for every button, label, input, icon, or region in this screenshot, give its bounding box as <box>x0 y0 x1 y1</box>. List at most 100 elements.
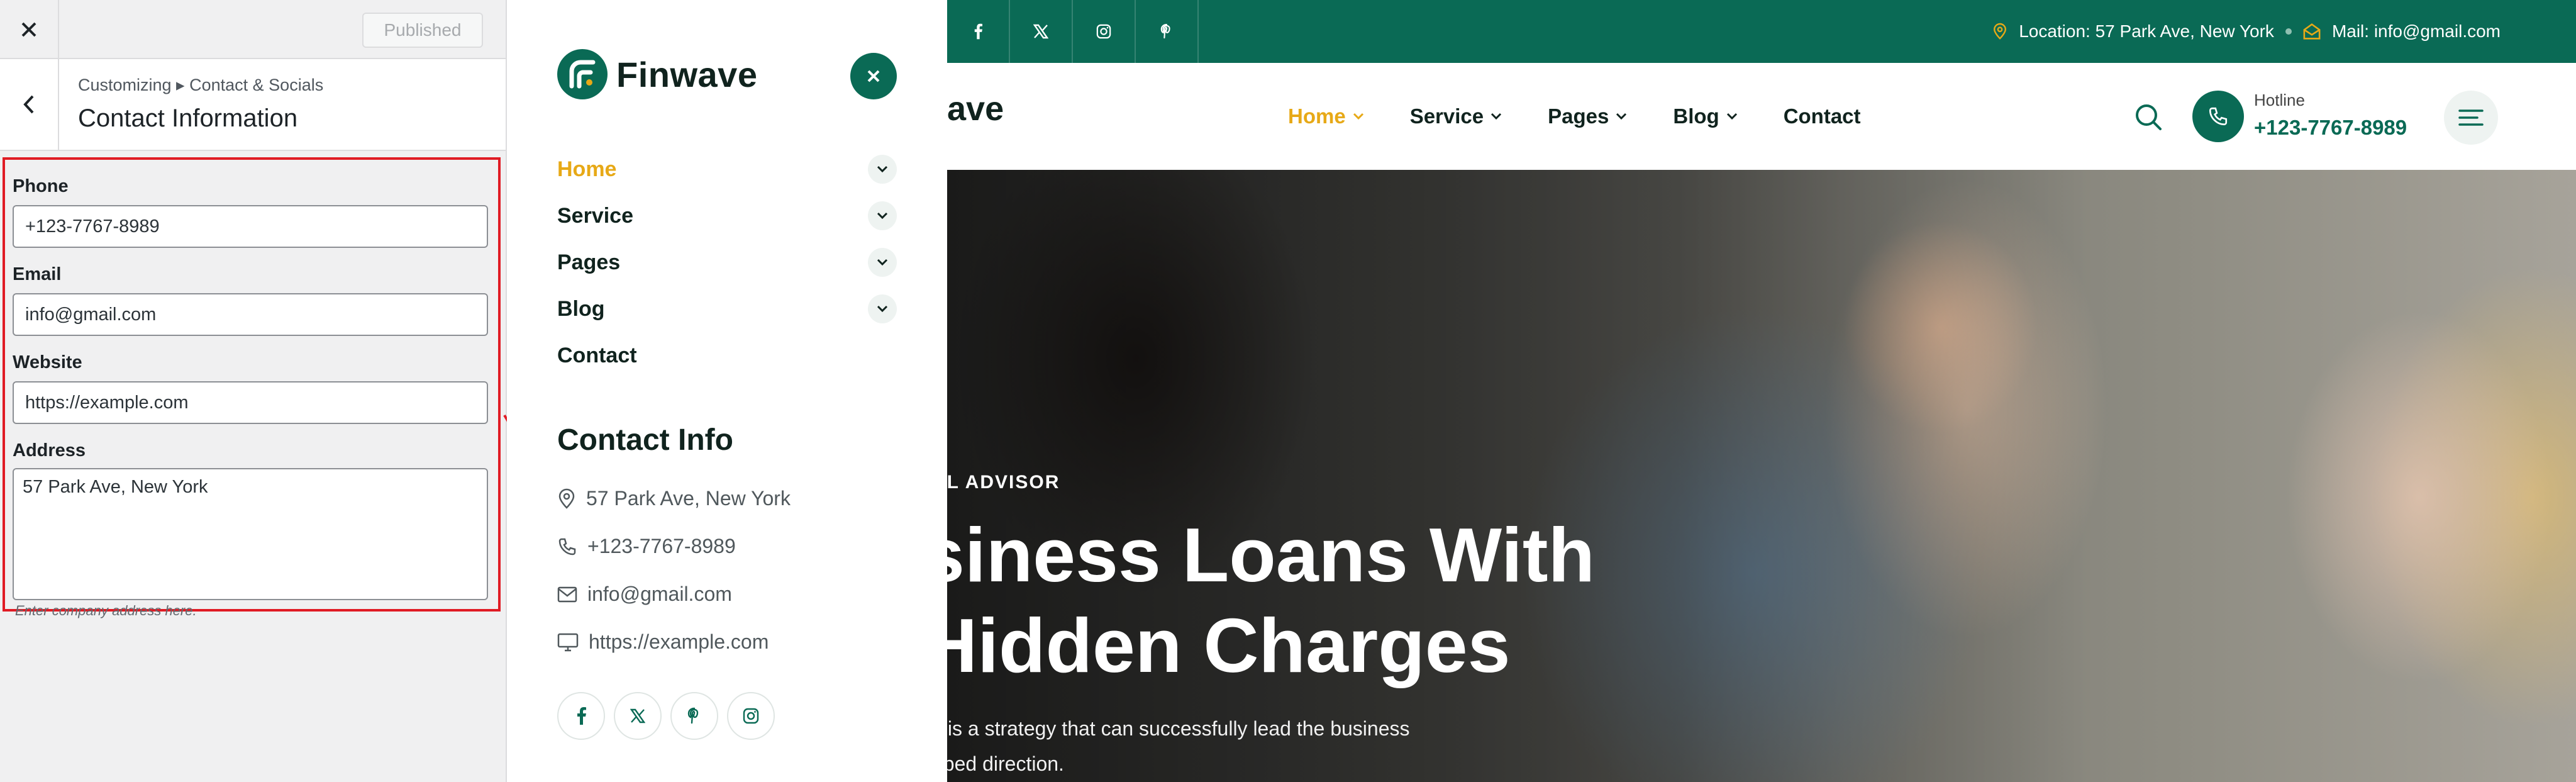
publish-button[interactable]: Published <box>362 13 483 48</box>
hero-tagline: AL ADVISOR <box>947 472 1060 493</box>
search-button[interactable] <box>2129 98 2167 136</box>
hero-text-line2: oped direction. <box>947 752 1064 775</box>
website-label: Website <box>13 352 82 372</box>
nav-label: Contact <box>1783 104 1861 128</box>
monitor-icon <box>557 633 579 651</box>
nav-pages[interactable]: Pages <box>1548 104 1628 128</box>
mail-icon <box>557 586 577 602</box>
offcanvas-nav: Home Service Pages Blog Contact <box>557 146 897 379</box>
nav-label: Pages <box>1548 104 1609 128</box>
facebook-link[interactable] <box>557 692 605 740</box>
contact-email[interactable]: info@gmail.com <box>557 583 732 606</box>
finwave-logo-icon <box>557 49 608 99</box>
offcanvas-item-home[interactable]: Home <box>557 146 897 193</box>
nav-contact[interactable]: Contact <box>1784 104 1861 128</box>
pinterest-icon <box>1160 24 1170 39</box>
offcanvas-item-label: Blog <box>557 296 605 321</box>
site-logo[interactable]: ave <box>947 89 1004 128</box>
email-field[interactable] <box>13 293 488 336</box>
expand-blog-button[interactable] <box>868 294 897 323</box>
offcanvas-item-label: Service <box>557 203 633 228</box>
expand-home-button[interactable] <box>868 155 897 184</box>
contact-info-heading: Contact Info <box>557 423 733 457</box>
expand-service-button[interactable] <box>868 201 897 230</box>
contact-phone[interactable]: +123-7767-8989 <box>557 535 736 558</box>
x-link[interactable] <box>614 692 662 740</box>
breadcrumb: Customizing ▸ Contact & Socials <box>78 75 324 94</box>
hero-heading: siness Loans With Hidden Charges <box>947 510 1595 691</box>
phone-icon <box>2209 107 2228 126</box>
back-button[interactable] <box>0 59 59 150</box>
location-pin-icon <box>558 488 575 509</box>
site-header: ave Home Service Pages Blog Contact Hotl… <box>947 63 2576 170</box>
section-header: Customizing ▸ Contact & Socials Contact … <box>0 59 506 151</box>
address-description: Enter company address here. <box>15 603 197 618</box>
mail-open-icon <box>2303 23 2321 40</box>
close-icon <box>867 70 880 82</box>
topbar-pinterest-link[interactable] <box>1136 0 1199 63</box>
offcanvas-item-service[interactable]: Service <box>557 193 897 239</box>
offcanvas-item-label: Home <box>557 157 617 181</box>
offcanvas-socials <box>557 692 775 740</box>
offcanvas-toggle-button[interactable] <box>2444 91 2498 145</box>
topbar-facebook-link[interactable] <box>947 0 1010 63</box>
site-preview: Location: 57 Park Ave, New York Mail: in… <box>947 0 2576 782</box>
facebook-icon <box>974 23 982 40</box>
nav-blog[interactable]: Blog <box>1673 104 1738 128</box>
logo-text: Finwave <box>616 54 758 94</box>
chevron-down-icon <box>1616 113 1627 120</box>
chevron-down-icon <box>877 212 888 220</box>
location-pin-icon <box>1994 23 2007 40</box>
nav-home[interactable]: Home <box>1288 104 1365 128</box>
phone-field[interactable] <box>13 205 488 248</box>
contact-address-text: 57 Park Ave, New York <box>586 487 791 510</box>
customizer-header: Published <box>0 0 506 59</box>
section-title: Contact Information <box>78 104 298 132</box>
topbar-instagram-link[interactable] <box>1073 0 1136 63</box>
topbar-mail[interactable]: Mail: info@gmail.com <box>2332 21 2501 42</box>
chevron-left-icon <box>23 95 34 114</box>
screen: Published Customizing ▸ Contact & Social… <box>0 0 2576 782</box>
nav-service[interactable]: Service <box>1410 104 1502 128</box>
separator-dot <box>2285 28 2292 35</box>
phone-icon <box>558 538 576 555</box>
hero-text: y is a strategy that can successfully le… <box>947 711 1410 781</box>
expand-pages-button[interactable] <box>868 248 897 277</box>
topbar-x-link[interactable] <box>1010 0 1073 63</box>
hotline-phone-button[interactable] <box>2192 91 2244 142</box>
menu-icon <box>2458 109 2484 126</box>
address-field[interactable]: 57 Park Ave, New York <box>13 468 488 600</box>
chevron-down-icon <box>1491 113 1502 120</box>
nav-label: Blog <box>1673 104 1719 128</box>
pinterest-link[interactable] <box>670 692 718 740</box>
chevron-down-icon <box>877 305 888 313</box>
offcanvas-item-contact[interactable]: Contact <box>557 332 897 379</box>
x-icon <box>1033 24 1048 39</box>
chevron-down-icon <box>1353 113 1363 120</box>
instagram-link[interactable] <box>727 692 775 740</box>
close-customizer-button[interactable] <box>0 0 59 59</box>
main-nav: Home Service Pages Blog Contact <box>1288 63 1861 170</box>
customizer-panel: Published Customizing ▸ Contact & Social… <box>0 0 507 782</box>
contact-website-text: https://example.com <box>589 630 769 653</box>
contact-address: 57 Park Ave, New York <box>557 487 791 510</box>
offcanvas-menu: Finwave Home Service Pages Blog Contact … <box>507 0 947 782</box>
hero-heading-line2: Hidden Charges <box>947 603 1511 688</box>
hotline-number[interactable]: +123-7767-8989 <box>2254 116 2407 140</box>
contact-email-text: info@gmail.com <box>587 583 732 605</box>
chevron-down-icon <box>877 259 888 266</box>
instagram-icon <box>743 708 759 724</box>
offcanvas-item-pages[interactable]: Pages <box>557 239 897 286</box>
offcanvas-item-label: Contact <box>557 343 637 367</box>
chevron-down-icon <box>877 165 888 173</box>
topbar-location: Location: 57 Park Ave, New York <box>2019 21 2274 41</box>
offcanvas-item-label: Pages <box>557 250 621 274</box>
offcanvas-item-blog[interactable]: Blog <box>557 286 897 332</box>
hero-section: AL ADVISOR siness Loans With Hidden Char… <box>947 170 2576 782</box>
offcanvas-logo[interactable]: Finwave <box>557 49 757 99</box>
website-field[interactable] <box>13 381 488 424</box>
close-icon <box>21 22 36 37</box>
contact-website[interactable]: https://example.com <box>557 630 769 654</box>
close-menu-button[interactable] <box>850 53 897 99</box>
nav-label: Service <box>1409 104 1484 128</box>
